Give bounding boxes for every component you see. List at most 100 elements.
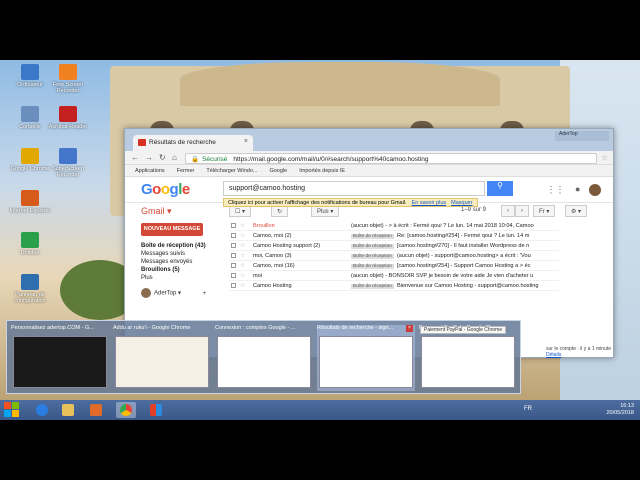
row-checkbox[interactable] bbox=[231, 283, 236, 288]
bookmark-item[interactable]: Importés depuis IE bbox=[299, 168, 345, 174]
learn-more-link[interactable]: En savoir plus bbox=[412, 200, 447, 206]
row-checkbox[interactable] bbox=[231, 253, 236, 258]
table-row[interactable]: ☆ moi (aucun objet) - BONSOIR SVP je besoi… bbox=[229, 271, 559, 281]
row-checkbox[interactable] bbox=[231, 223, 236, 228]
desktop-icon[interactable]: Uniblue bbox=[8, 232, 52, 256]
apps-grid-icon[interactable]: ⋮⋮ bbox=[547, 184, 565, 194]
taskbar-explorer-button[interactable] bbox=[58, 402, 78, 418]
star-icon[interactable]: ☆ bbox=[240, 222, 245, 229]
prev-page-button[interactable]: ‹ bbox=[501, 205, 515, 217]
gmail-menu[interactable]: Gmail ▾ bbox=[141, 206, 172, 217]
tab-search-results[interactable]: Résultats de recherche × bbox=[133, 135, 253, 151]
star-icon[interactable]: ☆ bbox=[240, 282, 245, 289]
taskbar-chrome-button[interactable] bbox=[116, 402, 136, 418]
chat-user[interactable]: AderTop ▾ + bbox=[141, 288, 221, 298]
switcher-thumbnail[interactable]: Personnalisez adertop.COM - G... bbox=[11, 325, 109, 391]
row-label-badge[interactable]: Boîte de réception bbox=[351, 254, 394, 259]
table-row[interactable]: ☆ Camoo Hosting support (2) Boîte de récep… bbox=[229, 241, 559, 251]
switcher-thumbnail[interactable]: Résultats de recherche - sign... × bbox=[317, 325, 415, 391]
hide-link[interactable]: Masquer bbox=[451, 200, 472, 206]
ie-icon bbox=[36, 404, 48, 416]
desktop-icon-label: Internet Explorer bbox=[9, 208, 51, 214]
sidebar-item[interactable]: Messages envoyés bbox=[141, 258, 221, 266]
star-icon[interactable]: ☆ bbox=[240, 242, 245, 249]
bookmark-item[interactable]: Fermer bbox=[177, 168, 195, 174]
clock-time: 16:13 bbox=[620, 403, 634, 409]
row-label-badge[interactable]: Boîte de réception bbox=[351, 284, 394, 289]
google-logo[interactable]: Google bbox=[141, 181, 190, 198]
forward-icon[interactable]: → bbox=[145, 153, 153, 162]
desktop-icon[interactable]: Internet Explorer bbox=[8, 190, 52, 214]
language-indicator[interactable]: FR bbox=[524, 406, 532, 412]
sidebar-item[interactable]: Plus bbox=[141, 274, 221, 282]
switcher-thumbnail[interactable]: Connexion : comptes Google - ... bbox=[215, 325, 313, 391]
sidebar-item[interactable]: Boîte de réception (43) bbox=[141, 242, 221, 250]
row-sender: moi bbox=[253, 273, 263, 279]
row-label-badge[interactable]: Boîte de réception bbox=[351, 264, 394, 269]
star-icon[interactable]: ☆ bbox=[240, 232, 245, 239]
details-link[interactable]: Détails bbox=[546, 352, 561, 358]
language-label: Fr bbox=[539, 209, 545, 215]
close-icon[interactable]: × bbox=[406, 325, 413, 332]
table-row[interactable]: ☆ Brouillon (aucun objet) - > à écrit : Fe… bbox=[229, 221, 559, 231]
folder-icon bbox=[62, 404, 74, 416]
compose-button[interactable]: NOUVEAU MESSAGE bbox=[141, 223, 203, 236]
desktop-icon-label: Free Screen Recorder bbox=[52, 82, 84, 94]
url-input[interactable]: 🔒 Sécurisé https://mail.google.com/mail/u/… bbox=[185, 153, 597, 164]
row-subject: Boîte de réception [camoo.hosting#270] - … bbox=[351, 243, 541, 249]
star-icon[interactable]: ☆ bbox=[240, 252, 245, 259]
switcher-thumbnail[interactable]: Paiement PayPal - Google Chro... bbox=[419, 325, 517, 391]
system-clock[interactable]: 16:13 20/05/2018 bbox=[606, 403, 634, 417]
desktop-app-icon bbox=[21, 106, 39, 122]
desktop-app-icon bbox=[59, 64, 77, 80]
bookmark-item[interactable]: Télécharger Windo... bbox=[206, 168, 257, 174]
bookmark-item[interactable]: Applications bbox=[135, 168, 165, 174]
sidebar-item[interactable]: Brouillons (5) bbox=[141, 266, 221, 274]
row-checkbox[interactable] bbox=[231, 233, 236, 238]
thumbnail-preview bbox=[319, 336, 413, 388]
notification-text[interactable]: Cliquez ici pour activer l'affichage des… bbox=[228, 200, 407, 206]
row-subject: Boîte de réception Bienvenue sur Camoo Ho… bbox=[351, 283, 541, 289]
row-checkbox[interactable] bbox=[231, 273, 236, 278]
search-input[interactable]: support@camoo.hosting bbox=[223, 181, 485, 196]
desktop-icon[interactable]: Free Screen Recorder bbox=[46, 64, 90, 94]
star-icon[interactable]: ☆ bbox=[601, 153, 608, 162]
taskbar-media-button[interactable] bbox=[86, 402, 106, 418]
switcher-thumbnail[interactable]: Addu ar ruku'i - Google Chrome bbox=[113, 325, 211, 391]
screen: Ordinateur Corbeille Google Chrome Internet… bbox=[0, 0, 640, 480]
settings-button[interactable]: ⚙ ▾ bbox=[565, 205, 588, 217]
taskbar-app-button[interactable] bbox=[146, 402, 166, 418]
star-icon[interactable]: ☆ bbox=[240, 272, 245, 279]
desktop-icon[interactable]: Panneau de configuration bbox=[8, 274, 52, 304]
row-label-badge[interactable]: Boîte de réception bbox=[351, 234, 394, 239]
back-icon[interactable]: ← bbox=[131, 153, 139, 162]
home-icon[interactable]: ⌂ bbox=[172, 153, 177, 162]
add-chat-icon[interactable]: + bbox=[203, 291, 207, 297]
row-label-badge[interactable]: Boîte de réception bbox=[351, 244, 394, 249]
language-button[interactable]: Fr ▾ bbox=[533, 205, 556, 217]
desktop-icon[interactable]: Acrobat Reader bbox=[46, 106, 90, 130]
pager-text: 1–9 sur 9 bbox=[461, 207, 487, 213]
account-avatar[interactable] bbox=[589, 184, 601, 196]
row-checkbox[interactable] bbox=[231, 243, 236, 248]
table-row[interactable]: ☆ Camoo, moi (2) Boîte de réception Re: [ca… bbox=[229, 231, 559, 241]
search-button[interactable]: ⚲ bbox=[487, 181, 513, 196]
sidebar-item[interactable]: Messages suivis bbox=[141, 250, 221, 258]
window-user-badge[interactable]: AderTop bbox=[555, 131, 609, 141]
start-logo-part bbox=[4, 402, 11, 409]
bookmark-item[interactable]: Google bbox=[269, 168, 287, 174]
notifications-icon[interactable]: ● bbox=[575, 184, 580, 194]
taskbar-ie-button[interactable] bbox=[32, 402, 52, 418]
next-page-button[interactable]: › bbox=[515, 205, 529, 217]
start-button[interactable] bbox=[4, 402, 20, 418]
row-checkbox[interactable] bbox=[231, 263, 236, 268]
user-avatar bbox=[141, 288, 151, 298]
table-row[interactable]: ☆ Camoo Hosting Boîte de réception Bienvenu… bbox=[229, 281, 559, 291]
table-row[interactable]: ☆ moi, Camoo (3) Boîte de réception (aucun … bbox=[229, 251, 559, 261]
tab-close-icon[interactable]: × bbox=[244, 138, 248, 145]
desktop-icon[interactable]: SuperScreen Recorder bbox=[46, 148, 90, 178]
table-row[interactable]: ☆ Camoo, moi (16) Boîte de réception [camoo… bbox=[229, 261, 559, 271]
desktop-app-icon bbox=[21, 190, 39, 206]
star-icon[interactable]: ☆ bbox=[240, 262, 245, 269]
reload-icon[interactable]: ↻ bbox=[159, 153, 166, 162]
